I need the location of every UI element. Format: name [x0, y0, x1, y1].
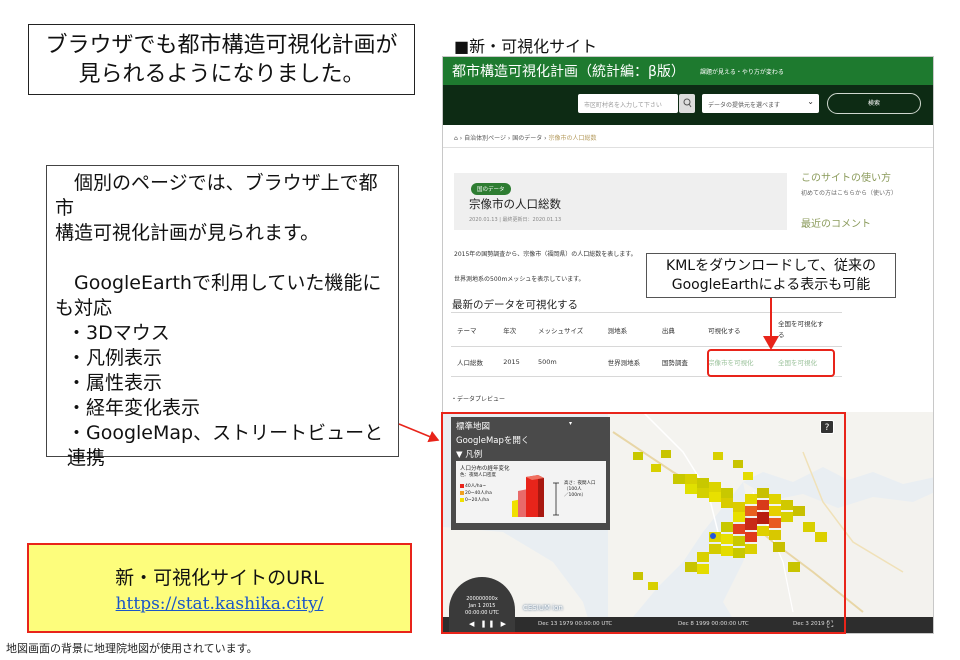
connector-arrows [398, 298, 779, 443]
arrow-to-map [398, 423, 440, 443]
